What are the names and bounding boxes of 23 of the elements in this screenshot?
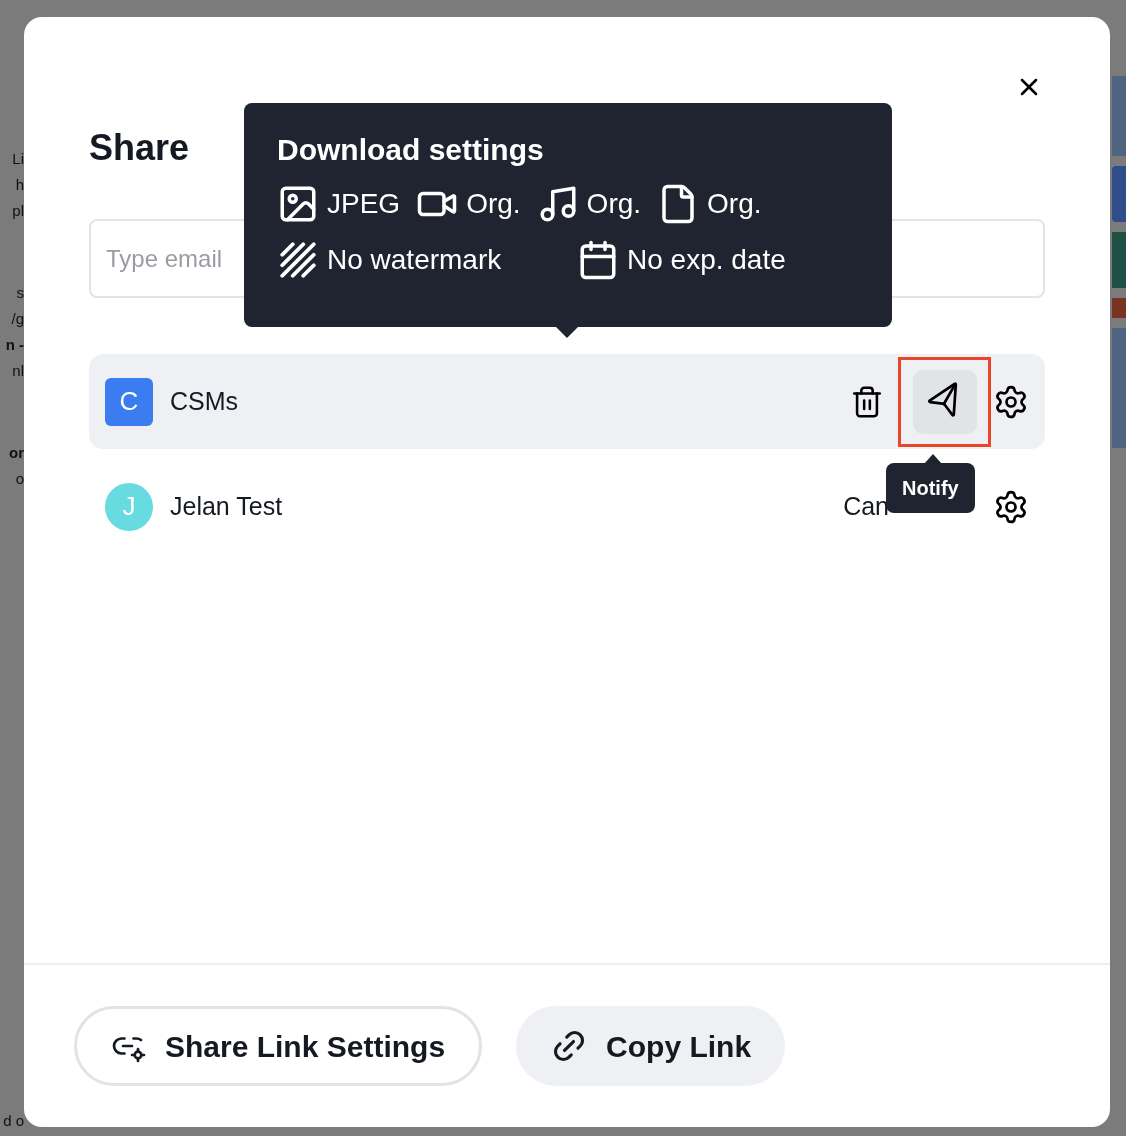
background-text: h: [15, 175, 24, 195]
download-setting: No exp. date: [627, 243, 786, 277]
member-name: Jelan Test: [170, 490, 283, 522]
background-text: d o: [3, 1111, 24, 1131]
background-text: nl: [12, 361, 24, 381]
download-setting: Org.: [707, 187, 762, 221]
member-name: CSMs: [170, 385, 239, 417]
download-setting: JPEG: [327, 187, 401, 221]
background-text: s: [16, 283, 24, 303]
tooltip-title: Download settings: [277, 132, 544, 168]
background-text: /g: [11, 309, 24, 329]
background-text: pl: [12, 201, 24, 221]
background-text: o: [15, 469, 24, 489]
avatar: J: [105, 482, 153, 531]
dialog-title: Share: [89, 126, 190, 170]
background-text: n -: [5, 335, 24, 355]
background-text: Li: [12, 149, 24, 169]
avatar: C: [105, 377, 153, 426]
background-text: or: [9, 443, 24, 463]
download-setting: No watermark: [327, 243, 502, 277]
access-level: Can: [843, 490, 889, 522]
download-setting: Org.: [466, 187, 521, 221]
download-setting: Org.: [586, 187, 642, 221]
